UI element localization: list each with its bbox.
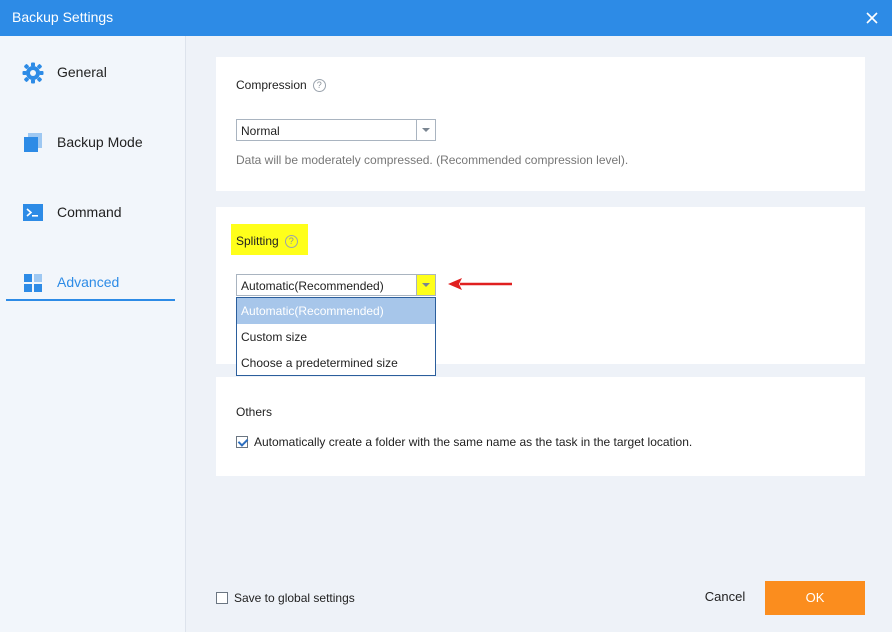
sidebar-item-command[interactable]: Command (0, 192, 186, 232)
dropdown-option-automatic[interactable]: Automatic(Recommended) (237, 298, 435, 324)
others-panel: Others (216, 377, 865, 476)
splitting-select[interactable]: Automatic(Recommended) (236, 274, 436, 296)
sidebar-item-label: Advanced (57, 274, 120, 290)
grid-icon (22, 272, 44, 294)
sidebar-item-advanced[interactable]: Advanced (0, 262, 186, 302)
help-icon[interactable]: ? (312, 79, 326, 93)
chevron-down-icon[interactable] (416, 120, 435, 140)
auto-create-folder-label: Automatically create a folder with the s… (254, 435, 693, 449)
splitting-title: Splitting? (236, 234, 298, 249)
others-title: Others (236, 405, 273, 419)
dropdown-option-predetermined-size[interactable]: Choose a predetermined size (237, 350, 435, 376)
terminal-icon (22, 202, 44, 224)
compression-select[interactable]: Normal (236, 119, 436, 141)
splitting-selected-value: Automatic(Recommended) (241, 279, 384, 293)
compression-hint: Data will be moderately compressed. (Rec… (236, 153, 629, 167)
splitting-dropdown-list: Automatic(Recommended) Custom size Choos… (236, 297, 436, 376)
sidebar-item-backup-mode[interactable]: Backup Mode (0, 122, 186, 162)
title-bar: Backup Settings (0, 0, 892, 36)
sidebar-item-label: Backup Mode (57, 134, 143, 150)
help-icon[interactable]: ? (284, 235, 298, 249)
gear-icon (22, 62, 44, 84)
annotation-arrow-icon (448, 278, 512, 290)
compression-title: Compression? (236, 78, 326, 93)
active-tab-indicator (6, 299, 175, 301)
copy-icon (22, 132, 44, 154)
sidebar-item-general[interactable]: General (0, 52, 186, 92)
chevron-down-icon[interactable] (416, 275, 435, 295)
window-title: Backup Settings (12, 9, 114, 25)
ok-button[interactable]: OK (765, 581, 865, 615)
sidebar: General Backup Mode Command Advanced (0, 36, 186, 632)
auto-create-folder-checkbox[interactable] (236, 436, 248, 448)
compression-selected-value: Normal (241, 124, 280, 138)
save-global-checkbox[interactable] (216, 592, 228, 604)
close-icon[interactable] (860, 6, 884, 30)
splitting-label: Splitting (236, 234, 279, 248)
sidebar-item-label: Command (57, 204, 122, 220)
sidebar-item-label: General (57, 64, 107, 80)
compression-label: Compression (236, 78, 307, 92)
cancel-button[interactable]: Cancel (700, 589, 750, 604)
save-global-label: Save to global settings (234, 591, 355, 605)
dropdown-option-custom-size[interactable]: Custom size (237, 324, 435, 350)
compression-panel: Compression? Normal Data will be moderat… (216, 57, 865, 191)
